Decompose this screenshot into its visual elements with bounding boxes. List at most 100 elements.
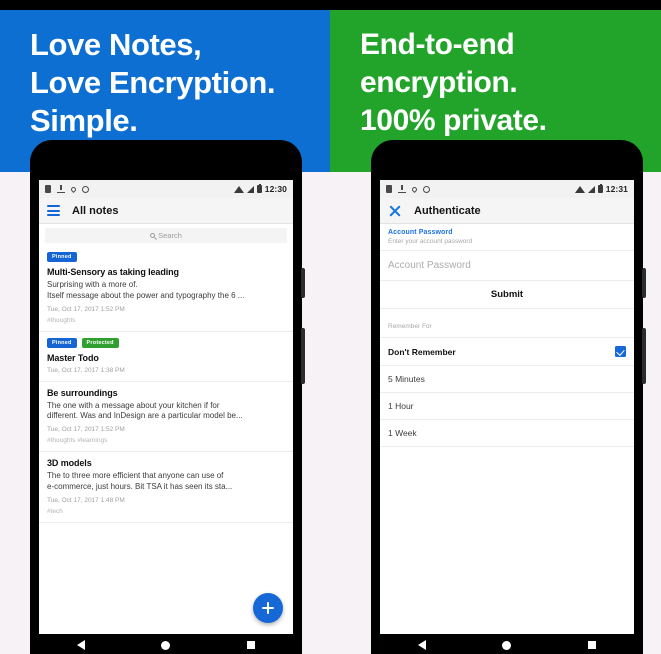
- location-pin-icon: [69, 185, 78, 193]
- option-label: 1 Hour: [388, 401, 414, 411]
- note-title: Be surroundings: [47, 387, 118, 398]
- option-label: Don't Remember: [388, 346, 456, 357]
- status-badge: Protected: [81, 337, 119, 348]
- note-preview-line: The one with a message about your kitche…: [47, 400, 220, 410]
- wifi-icon: [574, 185, 585, 193]
- home-button-icon[interactable]: [161, 640, 171, 650]
- back-button-icon[interactable]: [418, 640, 427, 650]
- left-phone-screen: 12:30 All notes Search Pinned Multi-Sens…: [39, 180, 293, 635]
- search-icon: [150, 233, 156, 238]
- clipboard-icon: [386, 185, 392, 193]
- right-hero-heading: End-to-end encryption. 100% private.: [360, 26, 641, 140]
- status-badge: Pinned: [47, 252, 77, 262]
- note-preview-line: The to three more efficient that anyone …: [47, 471, 224, 481]
- circle-icon: [423, 185, 430, 193]
- note-title: Master Todo: [47, 352, 99, 363]
- note-title: 3D models: [47, 458, 92, 469]
- checkmark-icon[interactable]: [615, 346, 626, 357]
- right-status-bar: 12:31: [380, 180, 634, 198]
- remember-for-section-header: Remember For: [380, 309, 634, 338]
- right-phone-screen: 12:31 Authenticate Account Password Ente…: [380, 180, 634, 635]
- note-tags: #thoughts #learnings: [47, 437, 108, 445]
- left-app-bar-title: All notes: [72, 204, 119, 217]
- battery-icon: [256, 184, 262, 193]
- right-phone-volume-button[interactable]: [642, 328, 646, 384]
- recents-button-icon[interactable]: [246, 641, 255, 649]
- search-placeholder: Search: [158, 231, 182, 240]
- note-date: Tue, Oct 17, 2017 1:52 PM: [47, 426, 125, 434]
- option-5-minutes[interactable]: 5 Minutes: [380, 366, 634, 393]
- wifi-icon: [233, 185, 244, 193]
- note-badges: Pinned Protected: [47, 337, 285, 348]
- note-date: Tue, Oct 17, 2017 1:38 PM: [47, 366, 125, 374]
- note-badges: Pinned: [47, 252, 285, 262]
- signal-icon: [246, 185, 254, 193]
- remember-for-label: Remember For: [388, 323, 432, 330]
- right-status-time: 12:31: [605, 184, 628, 194]
- right-hero-line-1: End-to-end: [360, 28, 515, 61]
- left-promo-panel: Love Notes, Love Encryption. Simple. 12:…: [0, 0, 330, 654]
- account-password-hint: Enter your account password: [388, 238, 473, 245]
- download-icon: [398, 185, 406, 193]
- left-hero-line-1: Love Notes,: [30, 27, 202, 62]
- list-item[interactable]: Pinned Multi-Sensory as taking leading S…: [39, 246, 293, 332]
- close-x-icon[interactable]: [388, 204, 402, 218]
- note-date: Tue, Oct 17, 2017 1:52 PM: [47, 305, 125, 313]
- clipboard-icon: [45, 185, 51, 193]
- left-status-icons-group: [45, 185, 89, 193]
- account-password-section-header: Account Password Enter your account pass…: [380, 224, 634, 251]
- right-hero-line-2: encryption.: [360, 66, 518, 100]
- option-1-week[interactable]: 1 Week: [380, 420, 634, 447]
- battery-icon: [597, 184, 603, 193]
- left-hero-line-3: Simple.: [30, 102, 138, 138]
- note-tags: #tech: [47, 507, 63, 515]
- recents-button-icon[interactable]: [587, 641, 596, 649]
- location-pin-icon: [410, 185, 419, 193]
- option-dont-remember[interactable]: Don't Remember: [380, 338, 634, 366]
- add-note-fab[interactable]: [253, 593, 283, 623]
- right-status-icons-group: [386, 185, 430, 193]
- list-item[interactable]: 3D models The to three more efficient th…: [39, 452, 293, 523]
- note-preview-line: e-commerce, just hours. Bit TSA it has s…: [47, 481, 233, 491]
- option-1-hour[interactable]: 1 Hour: [380, 393, 634, 420]
- right-android-nav-bar: [380, 634, 634, 654]
- search-input[interactable]: Search: [45, 228, 287, 243]
- note-preview-line: Surprising with a more of.: [47, 280, 138, 289]
- note-tags: #thoughts: [47, 316, 76, 324]
- right-app-bar: Authenticate: [380, 198, 634, 224]
- left-phone-power-button[interactable]: [301, 268, 305, 298]
- note-preview-line: different. Was and InDesign are a partic…: [47, 411, 243, 421]
- left-android-nav-bar: [39, 634, 293, 654]
- back-button-icon[interactable]: [77, 640, 86, 650]
- option-label: 1 Week: [388, 428, 417, 438]
- search-bar-wrapper: Search: [39, 224, 293, 246]
- left-status-right-group: 12:30: [233, 184, 287, 194]
- password-field[interactable]: Account Password: [380, 251, 634, 281]
- circle-icon: [82, 185, 89, 193]
- account-password-label: Account Password: [388, 229, 453, 236]
- note-title: Multi-Sensory as taking leading: [47, 267, 179, 277]
- left-hero-heading: Love Notes, Love Encryption. Simple.: [30, 26, 310, 139]
- right-phone-frame: 12:31 Authenticate Account Password Ente…: [371, 140, 646, 654]
- home-button-icon[interactable]: [502, 640, 512, 650]
- left-status-time: 12:30: [264, 184, 287, 194]
- note-preview-line: Itself message about the power and typog…: [47, 290, 245, 300]
- status-badge: Pinned: [47, 337, 77, 348]
- notes-list-container: Search Pinned Multi-Sensory as taking le…: [39, 224, 293, 635]
- submit-button[interactable]: Submit: [380, 281, 634, 309]
- signal-icon: [587, 185, 595, 193]
- right-top-black-bar: [330, 0, 661, 10]
- download-icon: [57, 185, 65, 193]
- list-item[interactable]: Pinned Protected Master Todo Tue, Oct 17…: [39, 331, 293, 382]
- left-phone-frame: 12:30 All notes Search Pinned Multi-Sens…: [30, 140, 305, 654]
- right-phone-power-button[interactable]: [642, 268, 646, 298]
- left-hero-line-2: Love Encryption.: [30, 64, 276, 100]
- left-app-bar: All notes: [39, 198, 293, 224]
- right-promo-panel: End-to-end encryption. 100% private. 12:…: [330, 0, 661, 654]
- option-label: 5 Minutes: [388, 374, 425, 384]
- left-top-black-bar: [0, 0, 330, 10]
- right-hero-line-3: 100% private.: [360, 104, 547, 138]
- list-item[interactable]: Be surroundings The one with a message a…: [39, 381, 293, 453]
- hamburger-menu-icon[interactable]: [47, 205, 60, 216]
- left-phone-volume-button[interactable]: [301, 328, 305, 384]
